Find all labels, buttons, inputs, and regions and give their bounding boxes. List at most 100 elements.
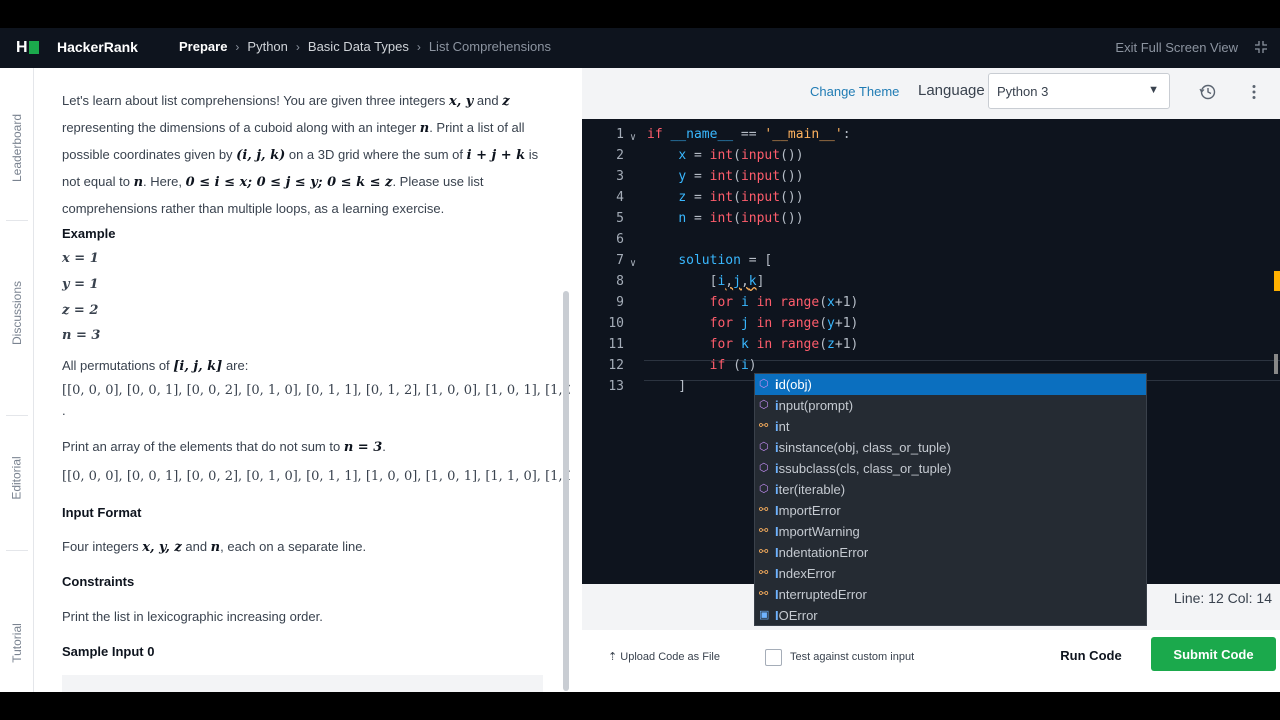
example-y: y = 1: [62, 277, 99, 292]
submit-code-button[interactable]: Submit Code: [1151, 637, 1276, 671]
app-frame: H HackerRank Prepare › Python › Basic Da…: [0, 28, 1280, 692]
permutations-text: All permutations of [i, j, k] are:: [62, 358, 249, 374]
code-line[interactable]: solution = [: [647, 250, 858, 271]
chevron-right-icon: ›: [235, 39, 240, 54]
autocomplete-label: nterruptedError: [778, 587, 867, 602]
code-line[interactable]: if __name__ == '__main__':: [647, 124, 858, 145]
sample-input-heading: Sample Input 0: [62, 644, 155, 659]
upload-code-button[interactable]: ⇡ Upload Code as File: [608, 650, 720, 663]
autocomplete-item[interactable]: ⬡ issubclass(cls, class_or_tuple): [755, 458, 1146, 479]
line-number: 1 ∨: [582, 124, 644, 145]
autocomplete-label: ndexError: [778, 566, 836, 581]
more-options-icon[interactable]: [1245, 83, 1263, 101]
code-line[interactable]: [647, 229, 858, 250]
code-line[interactable]: n = int(input()): [647, 208, 858, 229]
line-number: 2: [616, 148, 624, 163]
class-icon: ⚯: [759, 525, 769, 537]
line-number: 10: [608, 316, 624, 331]
class-icon: ⚯: [759, 588, 769, 600]
autocomplete-item[interactable]: ⚯ ImportWarning: [755, 521, 1146, 542]
autocomplete-label: mportError: [778, 503, 841, 518]
code-line[interactable]: y = int(input()): [647, 166, 858, 187]
autocomplete-item[interactable]: ⚯ InterruptedError: [755, 584, 1146, 605]
crumb-prepare[interactable]: Prepare: [179, 39, 227, 54]
autocomplete-label: ter(iterable): [778, 482, 846, 497]
rail-tab-leaderboard[interactable]: Leaderboard: [0, 108, 34, 188]
autocomplete-item[interactable]: ⚯ int: [755, 416, 1146, 437]
problem-scrollbar[interactable]: [563, 291, 569, 691]
rail-label: Tutorial: [10, 623, 25, 663]
line-number: 7 ∨: [582, 250, 644, 271]
autocomplete-item[interactable]: ⚯ ImportError: [755, 500, 1146, 521]
autocomplete-label: nt: [778, 419, 790, 434]
line-number: 3: [616, 169, 624, 184]
autocomplete-label: OError: [778, 608, 818, 623]
line-number: 5: [616, 211, 624, 226]
line-number: 12: [608, 358, 624, 373]
rail-label: Editorial: [10, 456, 25, 500]
example-n: n = 3: [62, 328, 101, 343]
function-icon: ⬡: [759, 462, 769, 474]
chevron-right-icon: ›: [295, 39, 300, 54]
exit-full-screen-link[interactable]: Exit Full Screen View: [1115, 40, 1238, 55]
crumb-python[interactable]: Python: [247, 39, 287, 54]
autocomplete-item[interactable]: ⚯ IndexError: [755, 563, 1146, 584]
line-number: 6: [616, 232, 624, 247]
rail-tab-tutorial[interactable]: Tutorial: [0, 613, 34, 673]
input-format-heading: Input Format: [62, 505, 142, 520]
autocomplete-item[interactable]: ⬡ input(prompt): [755, 395, 1146, 416]
rail-tab-editorial[interactable]: Editorial: [0, 448, 34, 508]
editor-toolbar: Change Theme Language Python 3 ▼: [582, 68, 1280, 118]
autocomplete-item[interactable]: ⬡ iter(iterable): [755, 479, 1146, 500]
crumb-basic-data-types[interactable]: Basic Data Types: [308, 39, 409, 54]
divider: [6, 415, 28, 416]
hackerrank-logo[interactable]: H: [16, 40, 40, 56]
autocomplete-item[interactable]: ⬡ isinstance(obj, class_or_tuple): [755, 437, 1146, 458]
exit-fullscreen-icon[interactable]: [1254, 40, 1268, 54]
class-icon: ⚯: [759, 567, 769, 579]
upload-icon: ⇡: [608, 651, 621, 663]
input-format-text: Four integers x, y, z and n, each on a s…: [62, 539, 367, 555]
line-number: 13: [608, 379, 624, 394]
restore-history-icon[interactable]: [1199, 83, 1217, 101]
line-number: 9: [616, 295, 624, 310]
code-line[interactable]: z = int(input()): [647, 187, 858, 208]
class-icon: ⚯: [759, 504, 769, 516]
constraints-heading: Constraints: [62, 574, 135, 589]
autocomplete-label: sinstance(obj, class_or_tuple): [778, 440, 951, 455]
class-icon: ⚯: [759, 420, 769, 432]
line-number-gutter: 1 ∨ 2 3 4 5 6 7 ∨ 8 9 10 11 12 13: [582, 124, 644, 397]
autocomplete-dropdown: ⬡ id(obj) ⬡ input(prompt) ⚯ int ⬡ isinstance(ob…: [754, 373, 1147, 626]
language-value: Python 3: [997, 84, 1049, 99]
constraints-text: Print the list in lexicographic increasi…: [62, 609, 323, 624]
top-bar: H HackerRank Prepare › Python › Basic Da…: [0, 28, 1280, 68]
side-rail: Leaderboard Discussions Editorial Tutori…: [0, 68, 34, 692]
custom-input-checkbox[interactable]: [765, 649, 782, 666]
code-line[interactable]: for i in range(x+1): [647, 292, 859, 313]
enum-icon: ▣: [759, 609, 770, 621]
code-line[interactable]: for k in range(z+1): [647, 334, 859, 355]
code-text[interactable]: if __name__ == '__main__': x = int(input…: [647, 124, 858, 397]
function-icon: ⬡: [759, 441, 769, 453]
autocomplete-item[interactable]: ⚯ IndentationError: [755, 542, 1146, 563]
autocomplete-item[interactable]: ⬡ id(obj): [755, 374, 1146, 395]
autocomplete-label: mportWarning: [778, 524, 860, 539]
autocomplete-label: ssubclass(cls, class_or_tuple): [778, 461, 952, 476]
cursor-position: Line: 12 Col: 14: [1173, 590, 1272, 606]
change-theme-link[interactable]: Change Theme: [810, 84, 899, 99]
rail-tab-discussions[interactable]: Discussions: [0, 268, 34, 358]
brand-name[interactable]: HackerRank: [57, 39, 138, 55]
example-z: z = 2: [62, 303, 99, 318]
code-line[interactable]: x = int(input()): [647, 145, 858, 166]
code-line[interactable]: for j in range(y+1): [647, 313, 859, 334]
autocomplete-item[interactable]: ▣ IOError: [755, 605, 1146, 625]
run-code-button[interactable]: Run Code: [1044, 638, 1138, 672]
function-icon: ⬡: [759, 399, 769, 411]
custom-input-label[interactable]: Test against custom input: [790, 651, 914, 663]
example-x: x = 1: [62, 251, 99, 266]
editor-actions: ⇡ Upload Code as File Test against custo…: [582, 630, 1280, 692]
autocomplete-label: d(obj): [778, 377, 812, 392]
code-line[interactable]: [i,j,k]: [647, 271, 858, 292]
function-icon: ⬡: [759, 378, 769, 390]
language-select[interactable]: Python 3 ▼: [988, 73, 1170, 109]
